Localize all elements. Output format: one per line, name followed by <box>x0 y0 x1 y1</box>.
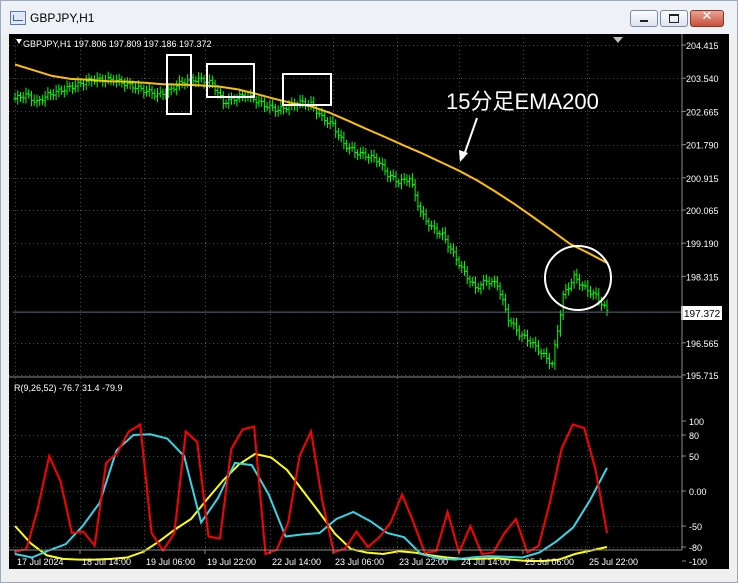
annotation-arrowhead <box>459 150 468 162</box>
current-price-value: 197.372 <box>684 309 721 320</box>
price-tick-label: 204.415 <box>686 41 719 51</box>
chart-window: GBPJPY,H1 ✕ 204.415 203.540 202.665 201.790… <box>0 0 738 583</box>
indicator-tick-label: -80 <box>689 543 702 553</box>
rci-mid-line <box>14 433 608 561</box>
time-label: 25 Jul 06:00 <box>525 557 574 567</box>
rci-long-line <box>14 452 608 562</box>
maximize-button[interactable] <box>660 10 688 27</box>
chart-canvas[interactable]: 204.415 203.540 202.665 201.790 200.915 200.0… <box>9 34 729 569</box>
time-label: 18 Jul 14:00 <box>82 557 131 567</box>
price-tick-label: 198.315 <box>686 272 719 282</box>
price-tick-label: 199.190 <box>686 239 719 249</box>
chart-window-icon <box>10 11 26 25</box>
price-tick-label: 200.915 <box>686 174 719 184</box>
time-label: 23 Jul 22:00 <box>399 557 448 567</box>
time-label: 19 Jul 22:00 <box>207 557 256 567</box>
time-label: 23 Jul 06:00 <box>335 557 384 567</box>
chart-shift-marker <box>613 37 623 43</box>
highlight-box-3 <box>282 73 332 106</box>
price-tick-label: 202.665 <box>686 107 719 117</box>
chart-area[interactable]: 204.415 203.540 202.665 201.790 200.915 200.0… <box>9 34 729 569</box>
minimize-button[interactable] <box>630 10 658 27</box>
ohlc-marker-icon <box>16 39 22 44</box>
indicator-tick-label: 50 <box>689 452 699 462</box>
highlight-circle <box>544 245 612 311</box>
indicator-tick-label: 100 <box>689 417 704 427</box>
time-label: 22 Jul 14:00 <box>272 557 321 567</box>
time-label: 17 Jul 2024 <box>17 557 64 567</box>
close-button[interactable]: ✕ <box>690 9 724 27</box>
annotation-arrow <box>462 117 478 159</box>
close-icon: ✕ <box>701 9 713 24</box>
price-tick-label: 196.565 <box>686 339 719 349</box>
price-tick-label: 201.790 <box>686 141 719 151</box>
indicator-label: R(9,26,52) -76.7 31.4 -79.9 <box>14 383 123 393</box>
time-label: 19 Jul 06:00 <box>146 557 195 567</box>
window-title: GBPJPY,H1 <box>30 11 95 25</box>
price-tick-label: 200.065 <box>686 206 719 216</box>
indicator-tick-label: 0.00 <box>689 487 707 497</box>
indicator-tick-label: -100 <box>689 557 707 567</box>
price-tick-label: 195.715 <box>686 371 719 381</box>
time-label: 24 Jul 14:00 <box>461 557 510 567</box>
ema-annotation: 15分足EMA200 <box>446 89 599 114</box>
indicator-tick-label: -50 <box>689 522 702 532</box>
title-bar[interactable]: GBPJPY,H1 ✕ <box>1 1 737 34</box>
time-label: 25 Jul 22:00 <box>589 557 638 567</box>
ohlc-label: GBPJPY,H1 197.806 197.809 197.186 197.37… <box>23 39 212 49</box>
indicator-tick-label: 80 <box>689 431 699 441</box>
price-tick-label: 203.540 <box>686 74 719 84</box>
